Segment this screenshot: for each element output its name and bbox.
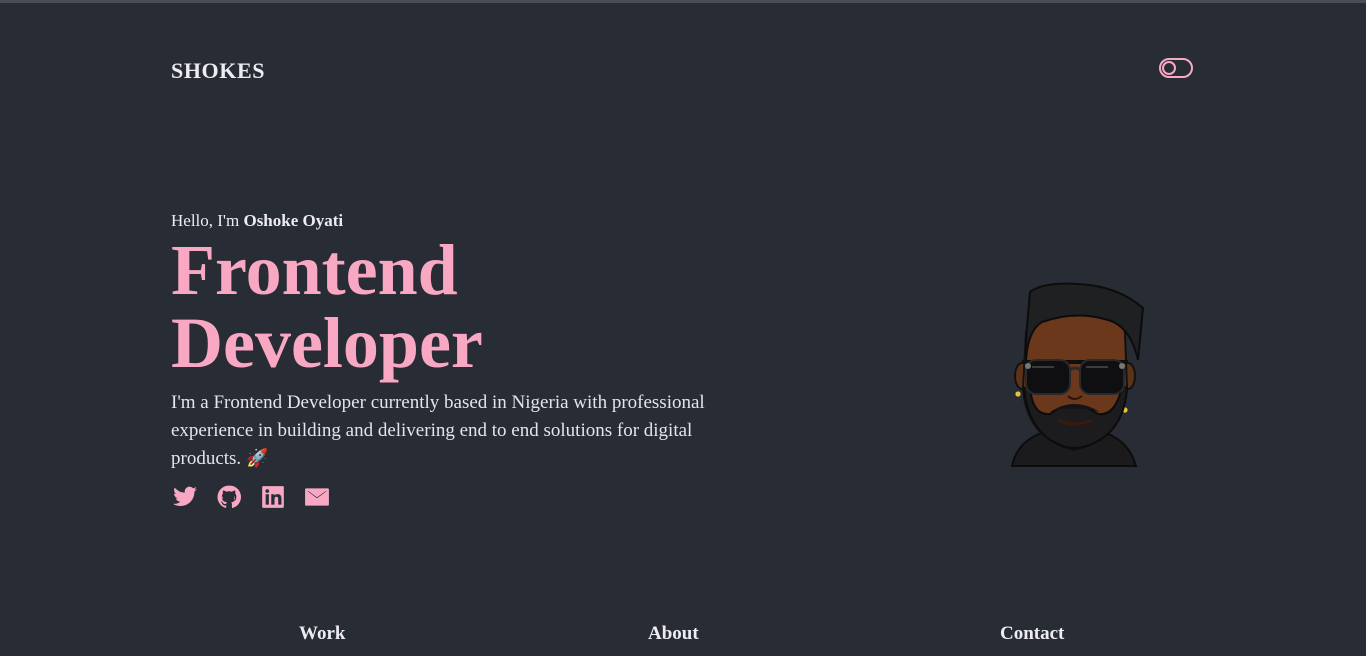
nav-link-about[interactable]: About	[648, 623, 699, 645]
nav-link-contact[interactable]: Contact	[1000, 623, 1064, 645]
window-top-border	[0, 0, 1366, 3]
hero-title-line-2: Developer	[171, 303, 483, 383]
linkedin-link[interactable]	[259, 484, 287, 510]
hero-title: Frontend Developer	[171, 234, 483, 380]
mail-icon	[305, 488, 329, 506]
hero-title-line-1: Frontend	[171, 230, 458, 310]
memoji-avatar	[1010, 282, 1145, 467]
email-link[interactable]	[303, 484, 331, 510]
github-link[interactable]	[215, 484, 243, 510]
twitter-link[interactable]	[171, 484, 199, 510]
rocket-icon: 🚀	[245, 448, 269, 469]
toggle-icon	[1162, 61, 1176, 75]
linkedin-icon	[262, 486, 284, 508]
theme-toggle[interactable]	[1159, 58, 1193, 78]
hero-greeting: Hello, I'm Oshoke Oyati	[171, 211, 343, 231]
hero-bio: I'm a Frontend Developer currently based…	[171, 389, 751, 473]
greeting-prefix: Hello, I'm	[171, 211, 244, 230]
author-name: Oshoke Oyati	[243, 211, 344, 230]
github-icon	[217, 485, 242, 508]
bottom-nav: Work About Contact	[0, 623, 1366, 647]
site-logo[interactable]: SHOKES	[171, 58, 265, 84]
nav-link-work[interactable]: Work	[299, 623, 345, 645]
twitter-icon	[173, 486, 197, 506]
social-links	[171, 484, 331, 510]
